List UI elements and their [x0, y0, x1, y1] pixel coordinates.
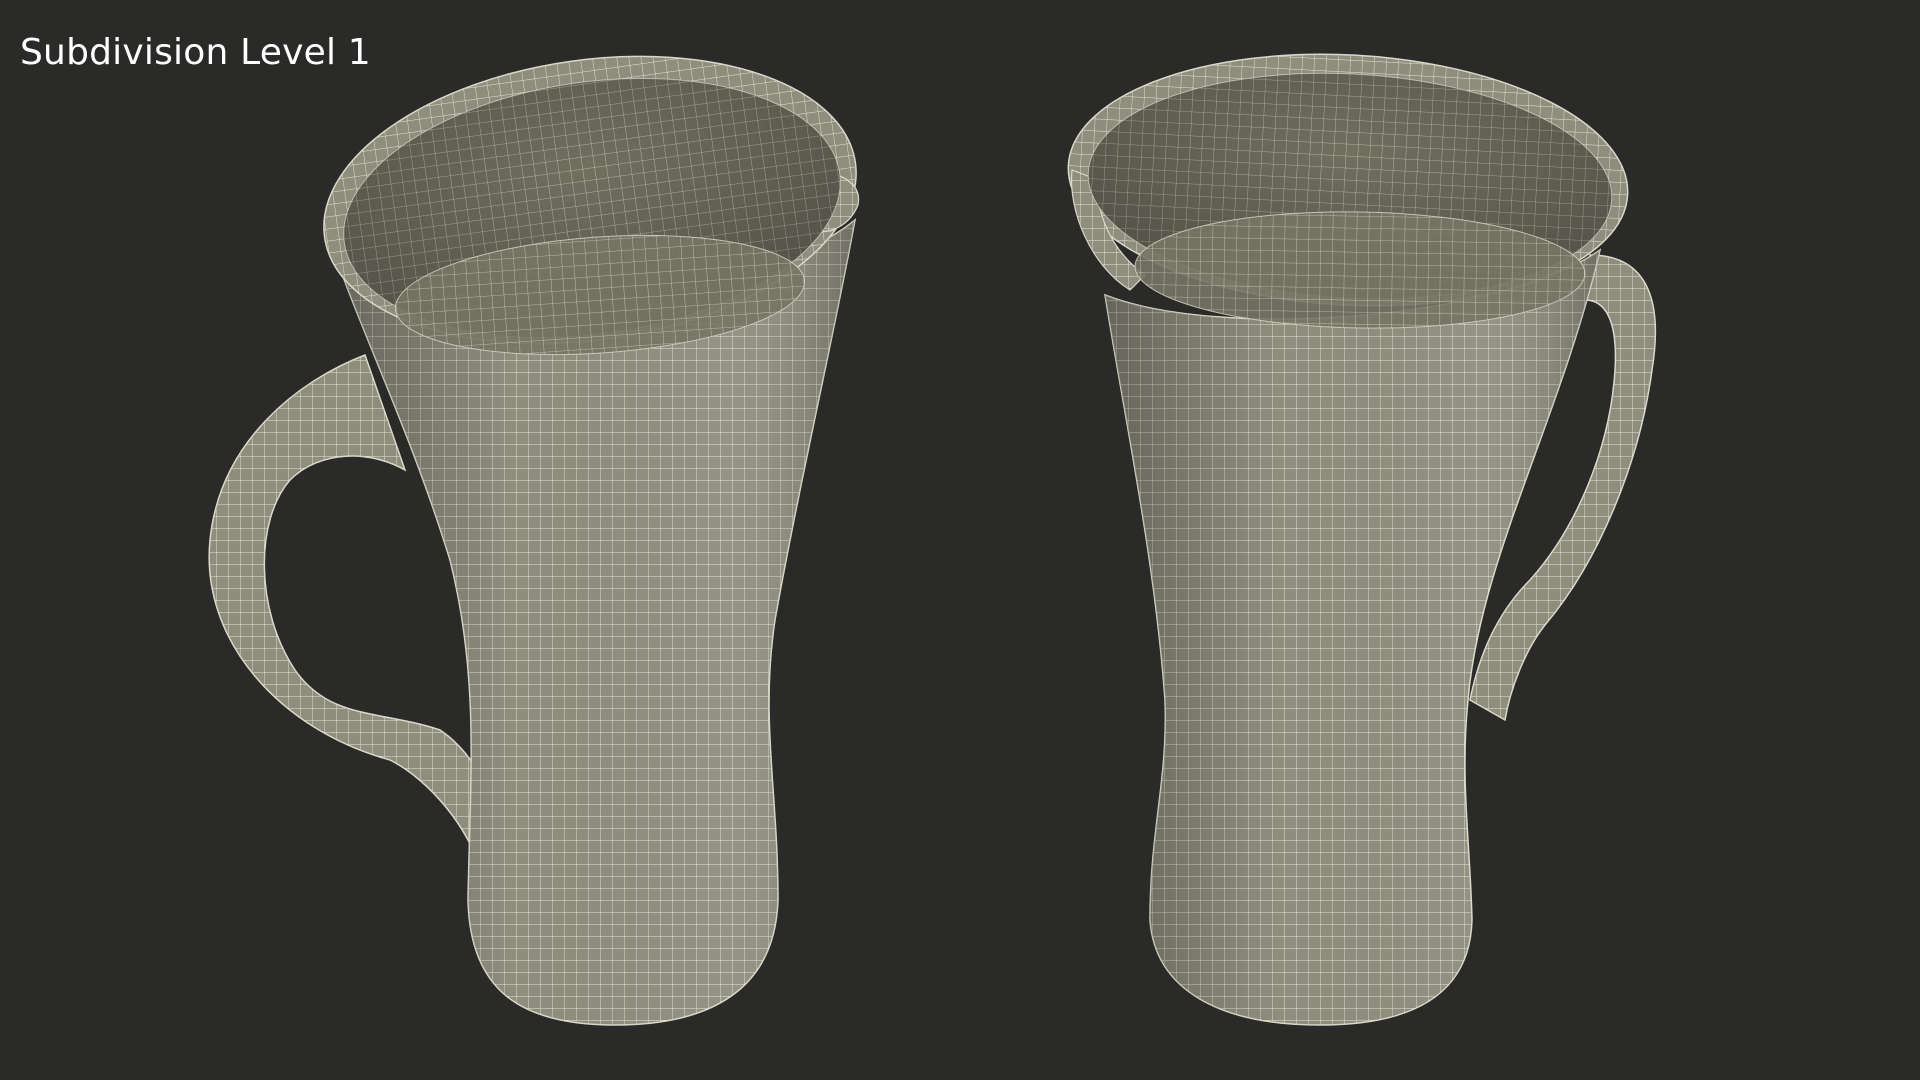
render-canvas — [208, 53, 1657, 1026]
mug-right — [1067, 53, 1657, 1026]
viewport: Subdivision Level 1 — [0, 0, 1920, 1080]
mug-left — [208, 55, 860, 1026]
